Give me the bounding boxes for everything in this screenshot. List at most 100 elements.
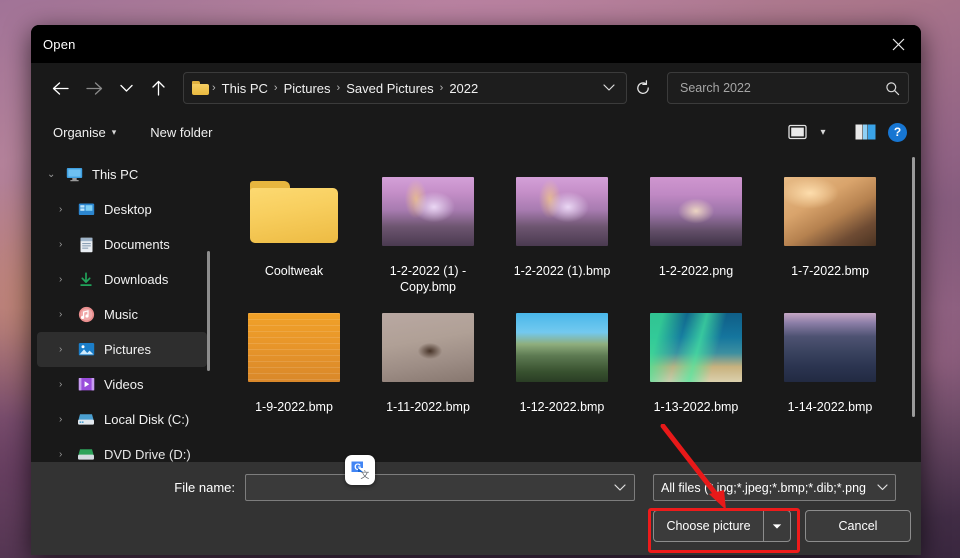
- choose-picture-dropdown-icon[interactable]: [763, 511, 790, 541]
- close-icon[interactable]: [875, 25, 921, 63]
- file-list-pane: Cooltweak 1-2-2022 (1) - Copy.bmp 1-2-20…: [213, 151, 921, 462]
- command-bar: Organise ▾ New folder ▾ ?: [31, 113, 921, 151]
- file-name-label: Cooltweak: [264, 264, 324, 278]
- sidebar-scrollbar[interactable]: [207, 251, 210, 371]
- cancel-button[interactable]: Cancel: [805, 510, 911, 542]
- title-bar: Open: [31, 25, 921, 63]
- organise-label: Organise: [53, 124, 106, 140]
- list-item[interactable]: 1-2-2022 (1) - Copy.bmp: [361, 159, 495, 295]
- thumbnail: [784, 301, 876, 393]
- open-file-dialog: Open › This PC › Pictures › Saved Pictur…: [31, 25, 921, 555]
- forward-icon[interactable]: [77, 71, 111, 105]
- list-item[interactable]: 1-2-2022 (1).bmp: [495, 159, 629, 295]
- breadcrumb-item-saved-pictures[interactable]: Saved Pictures: [341, 81, 438, 96]
- up-icon[interactable]: [141, 71, 175, 105]
- chevron-right-icon[interactable]: ›: [59, 344, 77, 355]
- desktop-icon: [77, 201, 95, 219]
- file-name-combobox[interactable]: [245, 474, 635, 501]
- thumbnail: [650, 165, 742, 257]
- file-name-label: 1-12-2022.bmp: [519, 400, 605, 414]
- list-item[interactable]: 1-12-2022.bmp: [495, 295, 629, 415]
- chevron-right-icon[interactable]: ›: [59, 449, 77, 460]
- view-chevron-down-icon[interactable]: ▾: [812, 119, 834, 145]
- sidebar-item-downloads[interactable]: › Downloads: [37, 262, 207, 297]
- file-type-dropdown[interactable]: All files (*.jpg;*.jpeg;*.bmp;*.dib;*.pn…: [653, 474, 896, 501]
- folder-icon: [248, 175, 340, 247]
- new-folder-button[interactable]: New folder: [142, 120, 220, 145]
- view-layout-icon[interactable]: [782, 119, 812, 145]
- file-name-label: 1-2-2022 (1) - Copy.bmp: [389, 264, 467, 294]
- back-icon[interactable]: [43, 71, 77, 105]
- file-name-label: 1-9-2022.bmp: [255, 400, 333, 414]
- list-item[interactable]: Cooltweak: [227, 159, 361, 295]
- search-box[interactable]: [667, 72, 909, 104]
- thumbnail: [650, 301, 742, 393]
- image-thumbnail: [650, 312, 742, 382]
- recent-locations-chevron-down-icon[interactable]: [111, 71, 141, 105]
- list-item[interactable]: 1-11-2022.bmp: [361, 295, 495, 415]
- sidebar-label: Local Disk (C:): [104, 412, 190, 427]
- file-name-chevron-down-icon[interactable]: [610, 483, 630, 492]
- image-thumbnail: [382, 176, 474, 246]
- disk-icon: [77, 411, 95, 429]
- dialog-footer: File name: All files (*.jpg;*.jpeg;*.bmp…: [31, 462, 921, 555]
- file-name-label: 1-14-2022.bmp: [787, 400, 873, 414]
- chevron-right-icon[interactable]: ›: [59, 414, 77, 425]
- organise-button[interactable]: Organise ▾: [45, 120, 124, 145]
- list-item[interactable]: 1-13-2022.bmp: [629, 295, 763, 415]
- thumbnail: [248, 301, 340, 393]
- sidebar-label: Videos: [104, 377, 144, 392]
- list-item[interactable]: 1-7-2022.bmp: [763, 159, 897, 295]
- file-name-input[interactable]: [254, 479, 610, 496]
- sidebar-item-music[interactable]: › Music: [37, 297, 207, 332]
- breadcrumb-item-pictures[interactable]: Pictures: [279, 81, 336, 96]
- chevron-down-icon[interactable]: ⌄: [47, 169, 65, 180]
- sidebar-item-videos[interactable]: › Local Disk (C:) Videos: [37, 367, 207, 402]
- breadcrumb-chevron-down-icon[interactable]: [596, 75, 622, 101]
- pictures-icon: [77, 341, 95, 359]
- list-item[interactable]: 1-9-2022.bmp: [227, 295, 361, 415]
- sidebar-item-pictures[interactable]: › Pictures: [37, 332, 207, 367]
- chevron-right-icon[interactable]: ›: [59, 274, 77, 285]
- sidebar-item-dvd-drive-d[interactable]: › DVD Drive (D:): [37, 437, 207, 462]
- chevron-right-icon[interactable]: ›: [59, 309, 77, 320]
- image-thumbnail: [516, 176, 608, 246]
- file-type-chevron-down-icon[interactable]: [873, 484, 891, 491]
- breadcrumb[interactable]: › This PC › Pictures › Saved Pictures › …: [183, 72, 627, 104]
- file-name-label-text: File name:: [174, 480, 235, 495]
- thumbnail: [516, 301, 608, 393]
- breadcrumb-item-2022[interactable]: 2022: [444, 81, 483, 96]
- image-thumbnail: [382, 312, 474, 382]
- sidebar-item-desktop[interactable]: › Desktop: [37, 192, 207, 227]
- image-thumbnail: [248, 312, 340, 382]
- search-input[interactable]: [678, 80, 885, 96]
- choose-picture-label: Choose picture: [666, 519, 751, 533]
- sidebar-item-local-disk-c[interactable]: › Local Disk (C:): [37, 402, 207, 437]
- chevron-right-icon[interactable]: ›: [59, 239, 77, 250]
- thumbnail: [248, 165, 340, 257]
- sidebar-item-this-pc[interactable]: ⌄ This PC: [37, 157, 207, 192]
- list-item[interactable]: 1-2-2022.png: [629, 159, 763, 295]
- chevron-right-icon[interactable]: ›: [59, 204, 77, 215]
- preview-pane-icon[interactable]: [850, 119, 880, 145]
- help-button[interactable]: ?: [888, 122, 907, 142]
- chevron-right-icon[interactable]: ›: [59, 379, 77, 390]
- breadcrumb-item-this-pc[interactable]: This PC: [217, 81, 273, 96]
- sidebar-label: Downloads: [104, 272, 169, 287]
- google-translate-icon[interactable]: G 文: [345, 455, 375, 485]
- refresh-icon[interactable]: [627, 73, 659, 103]
- search-icon[interactable]: [885, 81, 900, 96]
- list-item[interactable]: 1-14-2022.bmp: [763, 295, 897, 415]
- dialog-buttons: Choose picture Cancel: [653, 510, 911, 542]
- navigation-pane: ⌄ This PC › Desktop › Documents › Downlo…: [31, 151, 213, 462]
- navigation-bar: › This PC › Pictures › Saved Pictures › …: [31, 63, 921, 113]
- thumbnail: [516, 165, 608, 257]
- file-list-scrollbar[interactable]: [912, 157, 915, 417]
- sidebar-item-documents[interactable]: › Documents: [37, 227, 207, 262]
- chevron-down-icon: ▾: [111, 126, 117, 137]
- image-thumbnail: [516, 312, 608, 382]
- view-caret: ▾: [820, 126, 826, 138]
- file-name-label: 1-7-2022.bmp: [791, 264, 869, 278]
- music-icon: [77, 306, 95, 324]
- choose-picture-button[interactable]: Choose picture: [653, 510, 791, 542]
